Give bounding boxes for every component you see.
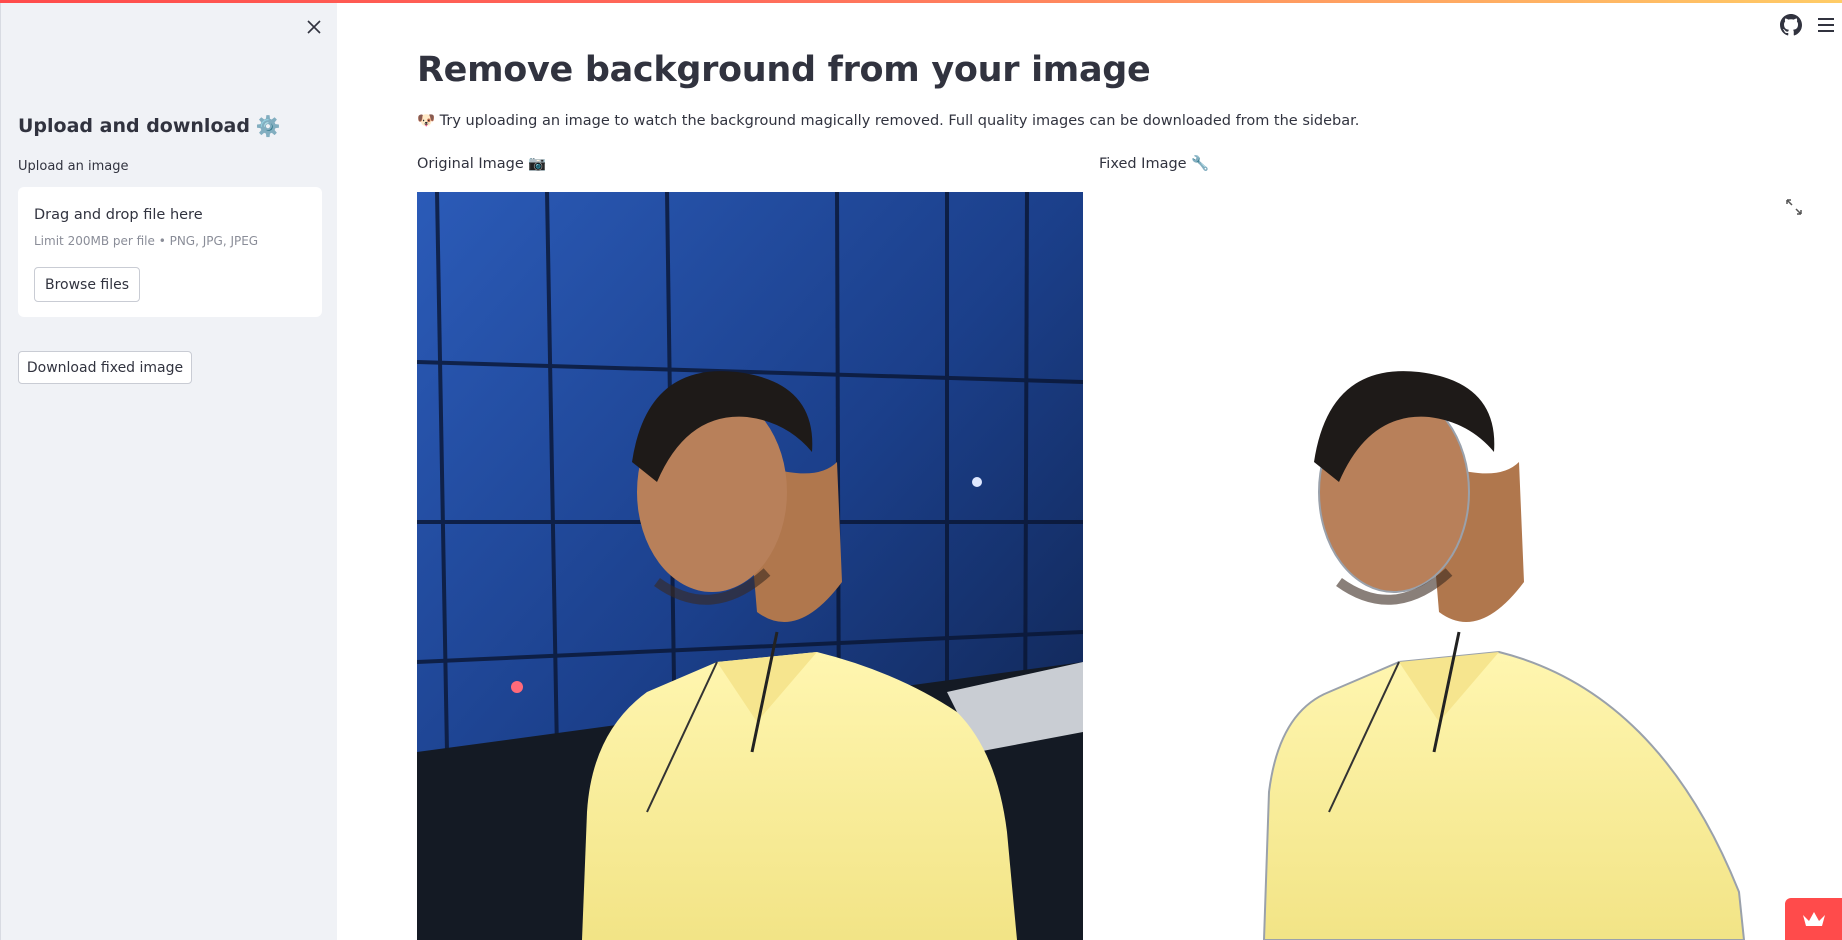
hamburger-menu-icon[interactable] <box>1816 16 1836 34</box>
fixed-image-label: Fixed Image 🔧 <box>1099 156 1210 172</box>
header-toolbar <box>1762 14 1842 38</box>
browse-files-button[interactable]: Browse files <box>34 267 140 302</box>
intro-text: 🐶 Try uploading an image to watch the ba… <box>417 113 1360 129</box>
sidebar-heading-text: Upload and download <box>18 115 250 137</box>
dropzone-limit: Limit 200MB per file • PNG, JPG, JPEG <box>34 234 259 248</box>
fixed-image <box>1099 192 1765 940</box>
gear-icon: ⚙️ <box>255 114 281 138</box>
original-image <box>417 192 1083 940</box>
crown-icon[interactable] <box>1785 898 1842 940</box>
top-decoration-bar <box>0 0 1842 3</box>
upload-label: Upload an image <box>18 159 129 174</box>
main-content: Remove background from your image 🐶 Try … <box>337 0 1842 940</box>
file-dropzone[interactable]: Drag and drop file here Limit 200MB per … <box>18 187 322 317</box>
fullscreen-icon[interactable] <box>1785 198 1803 216</box>
sidebar-heading: Upload and download ⚙️ <box>18 114 281 138</box>
github-icon[interactable] <box>1780 14 1802 36</box>
original-image-label: Original Image 📷 <box>417 156 547 172</box>
sidebar: Upload and download ⚙️ Upload an image D… <box>0 0 337 940</box>
close-icon[interactable] <box>303 16 325 38</box>
page-title: Remove background from your image <box>417 50 1151 90</box>
dropzone-title: Drag and drop file here <box>34 207 203 223</box>
download-fixed-image-button[interactable]: Download fixed image <box>18 351 192 384</box>
